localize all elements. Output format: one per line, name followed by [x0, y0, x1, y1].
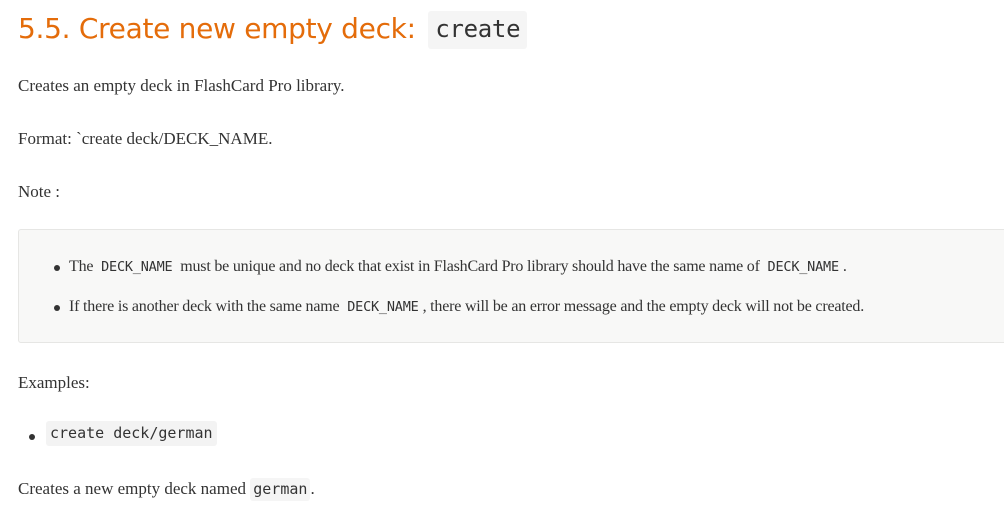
- deck-name-code: DECK_NAME: [101, 259, 173, 275]
- section-heading-text: 5.5. Create new empty deck:: [18, 12, 416, 45]
- result-deck-code: german: [250, 478, 311, 501]
- examples-list: create deck/german: [18, 421, 217, 446]
- example-command-code: create deck/german: [46, 421, 217, 446]
- note-text: If there is another deck with the same n…: [69, 298, 340, 315]
- note-text: , there will be an error message and the…: [422, 298, 865, 315]
- bullet-icon: [54, 265, 60, 271]
- note-text: The: [69, 258, 94, 275]
- note-text: must be unique and no deck that exist in…: [180, 258, 760, 275]
- bullet-icon: [54, 305, 60, 311]
- note-item: The DECK_NAME must be unique and no deck…: [54, 256, 847, 278]
- deck-name-code: DECK_NAME: [767, 259, 840, 275]
- heading-command-code: create: [428, 11, 528, 49]
- description-paragraph: Creates an empty deck in FlashCard Pro l…: [18, 76, 345, 95]
- example-item: create deck/german: [29, 421, 217, 446]
- note-callout: The DECK_NAME must be unique and no deck…: [18, 229, 1004, 343]
- result-suffix: .: [310, 479, 315, 498]
- section-heading: 5.5. Create new empty deck: create: [18, 11, 528, 49]
- examples-label: Examples:: [18, 373, 90, 392]
- bullet-icon: [29, 434, 35, 440]
- note-label: Note :: [18, 182, 61, 201]
- deck-name-code: DECK_NAME: [347, 299, 419, 315]
- note-item: If there is another deck with the same n…: [54, 296, 865, 318]
- format-paragraph: Format: `create deck/DECK_NAME.: [18, 129, 273, 148]
- result-text: Creates a new empty deck named: [18, 479, 246, 498]
- result-paragraph: Creates a new empty deck named german.: [18, 478, 315, 501]
- note-text: .: [842, 258, 847, 275]
